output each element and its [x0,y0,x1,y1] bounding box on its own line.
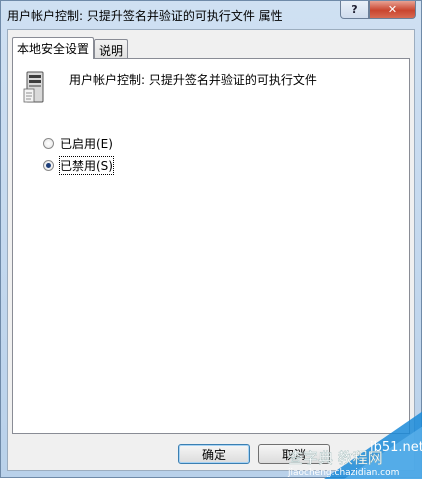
properties-dialog: 用户帐户控制: 只提升签名并验证的可执行文件 属性 ? ✕ 本地安全设置 说明 … [0,0,422,479]
disabled-label[interactable]: 已禁用(S) [59,155,114,175]
dialog-body: 本地安全设置 说明 用户帐户控制: 只提升签名并验证的可执行文件 已启用(E) [7,29,415,471]
title-bar[interactable]: 用户帐户控制: 只提升签名并验证的可执行文件 属性 ? ✕ [1,1,421,29]
tab-panel: 用户帐户控制: 只提升签名并验证的可执行文件 已启用(E) 已禁用(S) [12,58,410,434]
disabled-radio[interactable] [43,159,54,171]
tab-local-security-setting[interactable]: 本地安全设置 [12,37,95,59]
close-button[interactable]: ✕ [369,1,416,19]
ok-button[interactable]: 确定 [178,444,250,464]
cancel-button[interactable]: 取消 [258,444,330,464]
enabled-radio[interactable] [43,137,54,149]
window-title: 用户帐户控制: 只提升签名并验证的可执行文件 属性 [7,9,283,23]
server-icon [23,71,44,103]
enabled-label[interactable]: 已启用(E) [60,135,113,152]
help-icon: ? [351,3,358,16]
tab-explain[interactable]: 说明 [94,39,129,59]
help-button[interactable]: ? [340,1,369,19]
policy-heading: 用户帐户控制: 只提升签名并验证的可执行文件 [69,73,317,87]
enabled-option[interactable]: 已启用(E) [43,135,113,151]
disabled-option[interactable]: 已禁用(S) [43,155,114,175]
close-icon: ✕ [387,3,398,16]
